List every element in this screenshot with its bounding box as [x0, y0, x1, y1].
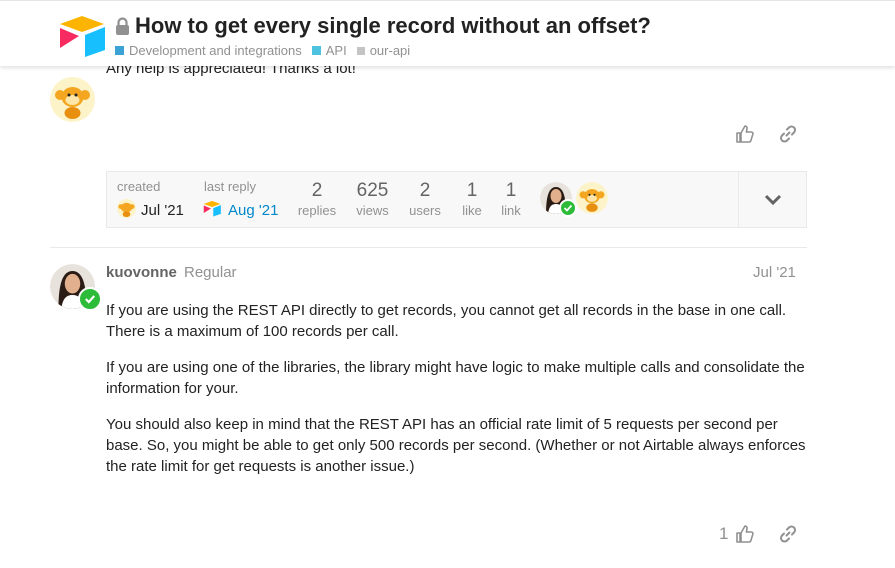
- post-date[interactable]: Jul '21: [753, 264, 796, 281]
- created-date[interactable]: Jul '21: [141, 202, 184, 219]
- tag-square: [356, 46, 365, 55]
- topic-map: created Jul '21 last reply Aug '21 2 rep…: [106, 171, 807, 228]
- replies-label: replies: [297, 203, 337, 218]
- views-label: views: [356, 203, 389, 218]
- lock-icon: [116, 17, 129, 35]
- last-reply-avatar-icon[interactable]: [203, 199, 222, 218]
- topic-title[interactable]: How to get every single record without a…: [135, 13, 651, 39]
- participant-flair-badge: [559, 199, 577, 217]
- post-divider: [50, 247, 807, 248]
- post-user-title: Regular: [184, 264, 237, 281]
- tag-label: our-api: [369, 43, 411, 58]
- likes-count: 1: [466, 180, 478, 201]
- users-count: 2: [419, 180, 431, 201]
- check-icon: [563, 204, 573, 212]
- first-post-avatar[interactable]: [50, 77, 95, 122]
- views-count: 625: [356, 180, 389, 201]
- replies-count: 2: [311, 180, 323, 201]
- category-label: Development and integrations: [129, 43, 302, 58]
- category-color-square: [115, 46, 124, 55]
- post-username[interactable]: kuovonne: [106, 264, 177, 281]
- last-reply-date[interactable]: Aug '21: [228, 202, 278, 219]
- subcategory-color-square: [311, 46, 321, 55]
- subcategory-badge[interactable]: API: [311, 43, 347, 58]
- post-paragraph: You should also keep in mind that the RE…: [106, 416, 806, 475]
- participant-avatar-monkey[interactable]: [576, 182, 608, 214]
- category-badge[interactable]: Development and integrations: [115, 43, 302, 58]
- post-body: If you are using the REST API directly t…: [106, 300, 806, 492]
- like-icon[interactable]: [735, 524, 755, 544]
- airtable-logo[interactable]: [58, 15, 108, 57]
- links-label: link: [501, 203, 521, 218]
- last-reply-label: last reply: [204, 179, 257, 194]
- user-flair-badge: [78, 287, 102, 311]
- creator-avatar-icon[interactable]: [117, 199, 136, 218]
- post-paragraph: If you are using one of the libraries, t…: [106, 359, 805, 397]
- topic-header: How to get every single record without a…: [0, 0, 895, 66]
- link-icon[interactable]: [778, 124, 798, 144]
- users-label: users: [409, 203, 441, 218]
- expand-topic-map-button[interactable]: [738, 172, 806, 227]
- subcategory-label: API: [325, 43, 347, 58]
- check-icon: [85, 295, 96, 304]
- chevron-down-icon: [764, 194, 781, 205]
- created-label: created: [117, 179, 161, 194]
- likes-label: like: [462, 203, 482, 218]
- monkey-avatar-icon: [576, 182, 608, 214]
- post-paragraph: If you are using the REST API directly t…: [106, 302, 787, 340]
- like-icon[interactable]: [735, 124, 755, 144]
- monkey-avatar-icon: [50, 77, 95, 122]
- tag-badge[interactable]: our-api: [356, 43, 411, 58]
- link-icon[interactable]: [778, 524, 798, 544]
- links-count: 1: [505, 180, 517, 201]
- post-like-count[interactable]: 1: [719, 524, 728, 544]
